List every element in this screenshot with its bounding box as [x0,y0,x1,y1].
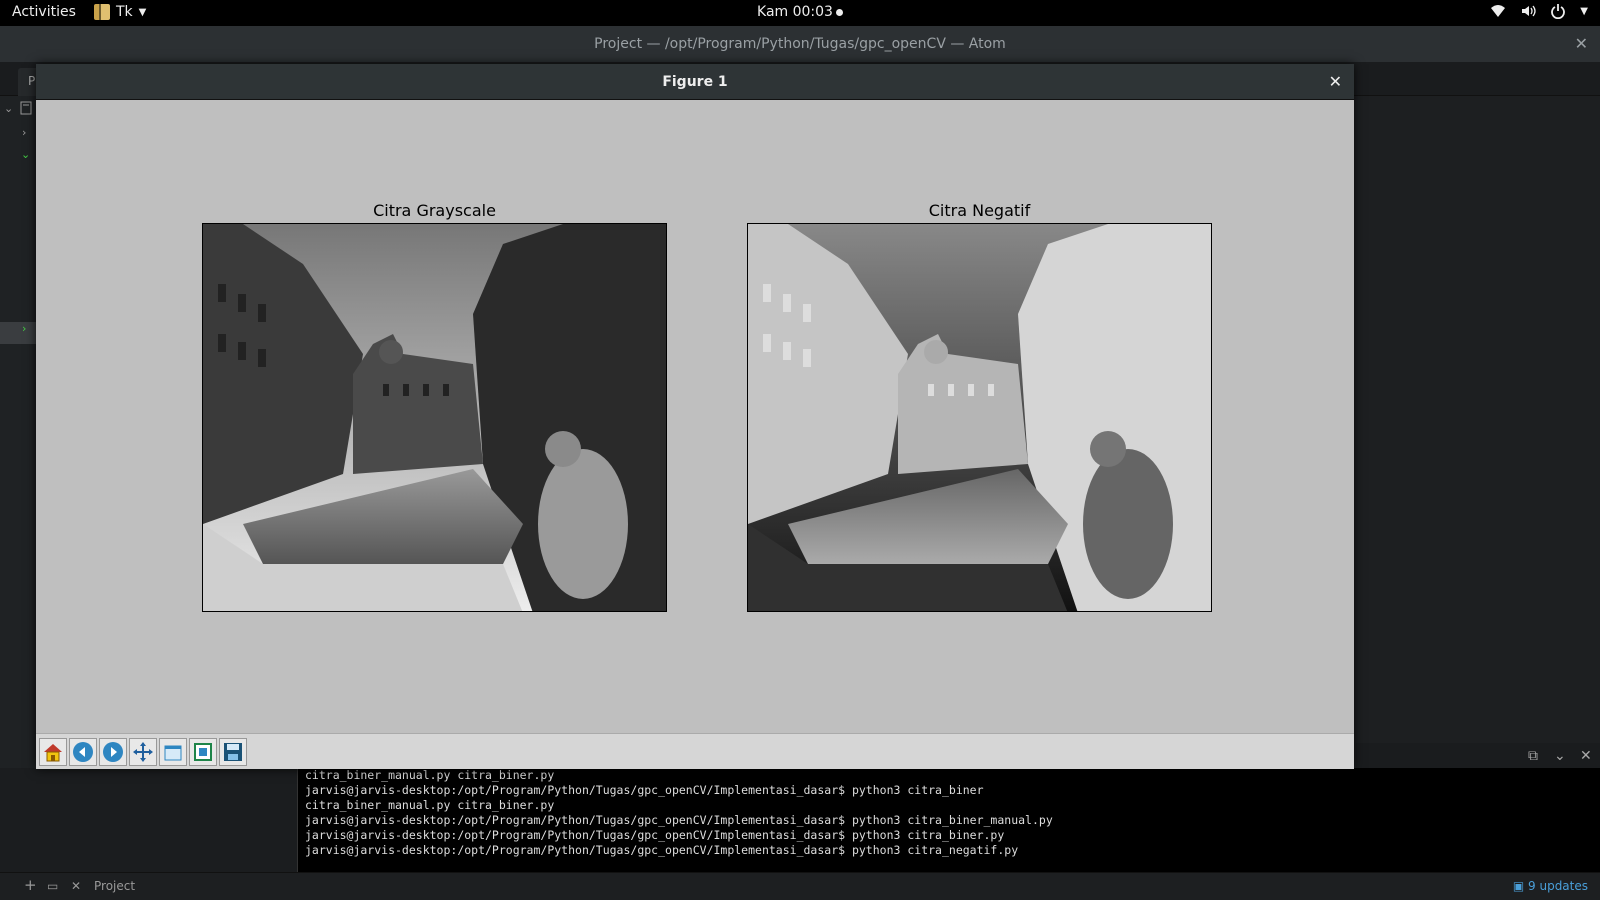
system-tray[interactable]: ▼ [1490,3,1588,19]
close-icon[interactable]: ✕ [71,879,81,893]
negative-image [747,223,1212,612]
pan-icon [133,742,153,762]
grayscale-image [202,223,667,612]
atom-window-title: Project — /opt/Program/Python/Tugas/gpc_… [594,36,1006,52]
save-icon [224,743,242,761]
right-axes-title: Citra Negatif [928,201,1031,220]
chevron-down-icon: ▼ [1580,5,1588,17]
add-icon[interactable]: + [24,876,37,894]
figure-window: Figure 1 ✕ Citra Grayscale Citra Negatif [36,64,1354,769]
terminal-line: citra_biner_manual.py citra_biner.py [305,798,555,812]
gnome-top-bar: Activities Tk ▼ Kam 00:03 ▼ [0,0,1600,26]
package-icon: ▣ [1512,879,1529,893]
matplotlib-toolbar [36,733,1354,769]
subplots-button[interactable] [189,738,217,766]
terminal-line: jarvis@jarvis-desktop:/opt/Program/Pytho… [305,783,984,797]
back-icon [73,742,93,762]
wifi-icon [1491,5,1506,17]
home-button[interactable] [39,738,67,766]
figure-titlebar: Figure 1 ✕ [36,64,1354,100]
notification-dot-icon [835,8,843,16]
chevron-down-icon[interactable]: ⌄ [4,102,13,115]
close-icon[interactable]: ✕ [1329,64,1342,100]
clock[interactable]: Kam 00:03 [0,4,1600,20]
pan-button[interactable] [129,738,157,766]
terminal-line: jarvis@jarvis-desktop:/opt/Program/Pytho… [305,843,1019,857]
left-axes-title: Citra Grayscale [373,201,496,220]
figure-canvas[interactable]: Citra Grayscale Citra Negatif [36,100,1354,733]
volume-icon [1522,5,1536,17]
terminal-line: jarvis@jarvis-desktop:/opt/Program/Pytho… [305,813,1053,827]
power-icon [1551,4,1566,19]
zoom-icon [164,745,182,761]
home-icon [44,744,62,762]
negative-scene-image [748,224,1211,611]
tree-view-panel: ⌄ › ⌄ › [0,96,36,872]
close-icon[interactable]: ✕ [1580,748,1592,764]
terminal-side-area [0,768,298,872]
terminal-icon[interactable]: ▭ [47,879,58,893]
clock-text: Kam 00:03 [757,4,833,20]
maximize-icon[interactable]: ⧉ [1528,748,1538,764]
project-label[interactable]: Project [94,879,135,893]
subplots-icon [194,743,212,761]
chevron-right-icon[interactable]: › [22,126,26,139]
zoom-button[interactable] [159,738,187,766]
back-button[interactable] [69,738,97,766]
repo-icon [20,101,32,115]
atom-status-bar: + ▭ ✕ Project ▣ 9 updates [0,872,1600,900]
terminal-line: citra_biner_manual.py citra_biner.py [305,768,555,782]
atom-window-titlebar: Project — /opt/Program/Python/Tugas/gpc_… [0,26,1600,62]
updates-text: 9 updates [1528,879,1588,893]
chevron-down-icon[interactable]: ⌄ [1554,748,1566,764]
save-button[interactable] [219,738,247,766]
grayscale-scene-image [203,224,666,611]
terminal-header: ⧉ ⌄ ✕ [1356,743,1600,769]
forward-button[interactable] [99,738,127,766]
figure-title: Figure 1 [662,74,728,90]
tree-selected-item[interactable] [0,322,36,344]
terminal-output[interactable]: citra_biner_manual.py citra_biner.py jar… [298,768,1600,872]
updates-indicator[interactable]: ▣ 9 updates [1513,879,1588,893]
atom-close-icon[interactable]: ✕ [1575,26,1588,62]
chevron-down-icon[interactable]: ⌄ [21,148,30,161]
forward-icon [103,742,123,762]
chevron-right-icon[interactable]: › [22,322,26,335]
terminal-line: jarvis@jarvis-desktop:/opt/Program/Pytho… [305,828,1005,842]
